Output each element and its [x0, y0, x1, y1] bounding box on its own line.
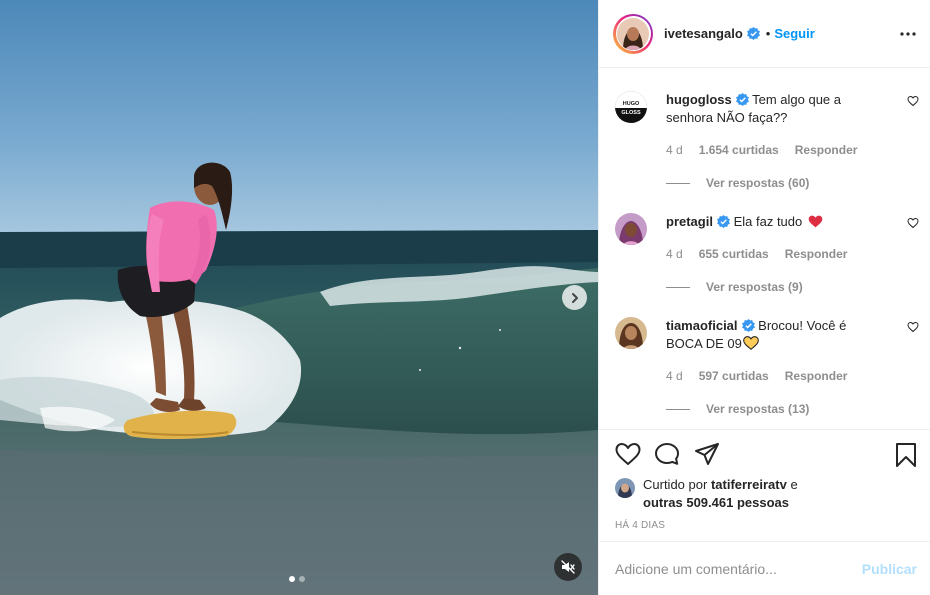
- heart-outline-icon[interactable]: [907, 321, 919, 333]
- view-replies-label: Ver respostas (60): [706, 176, 810, 190]
- view-replies-label: Ver respostas (9): [706, 280, 803, 294]
- liked-by-others[interactable]: outras 509.461 pessoas: [643, 495, 789, 510]
- like-heart-icon[interactable]: [615, 442, 641, 466]
- liked-by: Curtido por tatiferreiratv e outras 509.…: [615, 476, 915, 512]
- carousel-dots: [289, 576, 305, 582]
- comment-input[interactable]: [615, 560, 862, 577]
- comment-meta: 4 d 655 curtidas Responder: [666, 247, 847, 261]
- follow-button[interactable]: Seguir: [774, 26, 814, 41]
- liked-by-prefix: Curtido por: [643, 477, 708, 492]
- verified-badge-icon: [741, 319, 755, 332]
- replies-divider: [666, 286, 690, 288]
- post-header: ivetesangalo • Seguir: [599, 0, 930, 68]
- comment-avatar[interactable]: HUGO GLOSS: [615, 91, 647, 123]
- post-side-panel: ivetesangalo • Seguir HUGO GLOSS hugoglo…: [598, 0, 930, 595]
- replies-divider: [666, 408, 690, 410]
- verified-badge-icon: [716, 215, 730, 228]
- comment-time[interactable]: 4 d: [666, 369, 683, 383]
- verified-badge-icon: [735, 93, 749, 106]
- comment-likes[interactable]: 1.654 curtidas: [699, 143, 779, 157]
- comment-body: tiamaoficial Brocou! Você é BOCA DE 09: [666, 317, 886, 353]
- more-options-icon[interactable]: [900, 26, 916, 42]
- post-media[interactable]: [0, 0, 598, 595]
- comment-body: pretagil Ela faz tudo: [666, 213, 886, 231]
- comment-meta: 4 d 1.654 curtidas Responder: [666, 143, 857, 157]
- action-icons: [615, 442, 919, 468]
- save-bookmark-icon[interactable]: [895, 442, 917, 468]
- reply-button[interactable]: Responder: [795, 143, 858, 157]
- liked-by-text: Curtido por tatiferreiratv e outras 509.…: [643, 476, 915, 512]
- share-direct-icon[interactable]: [694, 442, 720, 466]
- liked-by-conj: e: [790, 477, 798, 492]
- comment-likes[interactable]: 655 curtidas: [699, 247, 769, 261]
- surfing-video-frame: [0, 0, 598, 595]
- yellow-heart-emoji: [743, 336, 759, 351]
- liked-by-avatar[interactable]: [615, 478, 635, 498]
- comment-time[interactable]: 4 d: [666, 143, 683, 157]
- comment-meta: 4 d 597 curtidas Responder: [666, 369, 847, 383]
- verified-badge-icon: [746, 27, 760, 40]
- comment-username[interactable]: pretagil: [666, 214, 713, 229]
- add-comment-bar: Publicar: [599, 541, 930, 595]
- comment-avatar[interactable]: [615, 317, 647, 349]
- post-username[interactable]: ivetesangalo: [664, 26, 743, 41]
- publish-button[interactable]: Publicar: [862, 561, 917, 577]
- comment-time[interactable]: 4 d: [666, 247, 683, 261]
- reply-button[interactable]: Responder: [785, 369, 848, 383]
- view-replies-button[interactable]: Ver respostas (9): [666, 280, 803, 294]
- comment-bubble-icon[interactable]: [654, 442, 680, 466]
- red-heart-emoji: [808, 215, 823, 228]
- post-date[interactable]: HÁ 4 DIAS: [615, 520, 665, 531]
- comment-text: Ela faz tudo: [733, 214, 803, 229]
- view-replies-label: Ver respostas (13): [706, 402, 810, 416]
- reply-button[interactable]: Responder: [785, 247, 848, 261]
- mute-icon: [561, 560, 575, 574]
- avatar-logo-text-top: HUGO: [623, 101, 640, 107]
- comment-likes[interactable]: 597 curtidas: [699, 369, 769, 383]
- comments-list[interactable]: HUGO GLOSS hugogloss Tem algo que a senh…: [599, 69, 930, 429]
- header-separator: •: [765, 26, 771, 41]
- comment-body: hugogloss Tem algo que a senhora NÃO faç…: [666, 91, 886, 127]
- heart-outline-icon[interactable]: [907, 95, 919, 107]
- avatar[interactable]: [613, 13, 653, 54]
- next-slide-button[interactable]: [562, 285, 587, 310]
- carousel-dot: [299, 576, 305, 582]
- liked-by-user[interactable]: tatiferreiratv: [711, 477, 787, 492]
- avatar-logo-text-bottom: GLOSS: [621, 110, 641, 116]
- profile-photo: [617, 17, 649, 50]
- carousel-dot-active: [289, 576, 295, 582]
- view-replies-button[interactable]: Ver respostas (60): [666, 176, 809, 190]
- heart-outline-icon[interactable]: [907, 217, 919, 229]
- chevron-right-icon: [571, 292, 578, 303]
- comment-username[interactable]: tiamaoficial: [666, 318, 738, 333]
- post-actions: Curtido por tatiferreiratv e outras 509.…: [599, 429, 930, 541]
- comment-avatar[interactable]: [615, 213, 647, 245]
- comment-username[interactable]: hugogloss: [666, 92, 732, 107]
- mute-button[interactable]: [554, 553, 582, 581]
- view-replies-button[interactable]: Ver respostas (13): [666, 402, 809, 416]
- replies-divider: [666, 182, 690, 184]
